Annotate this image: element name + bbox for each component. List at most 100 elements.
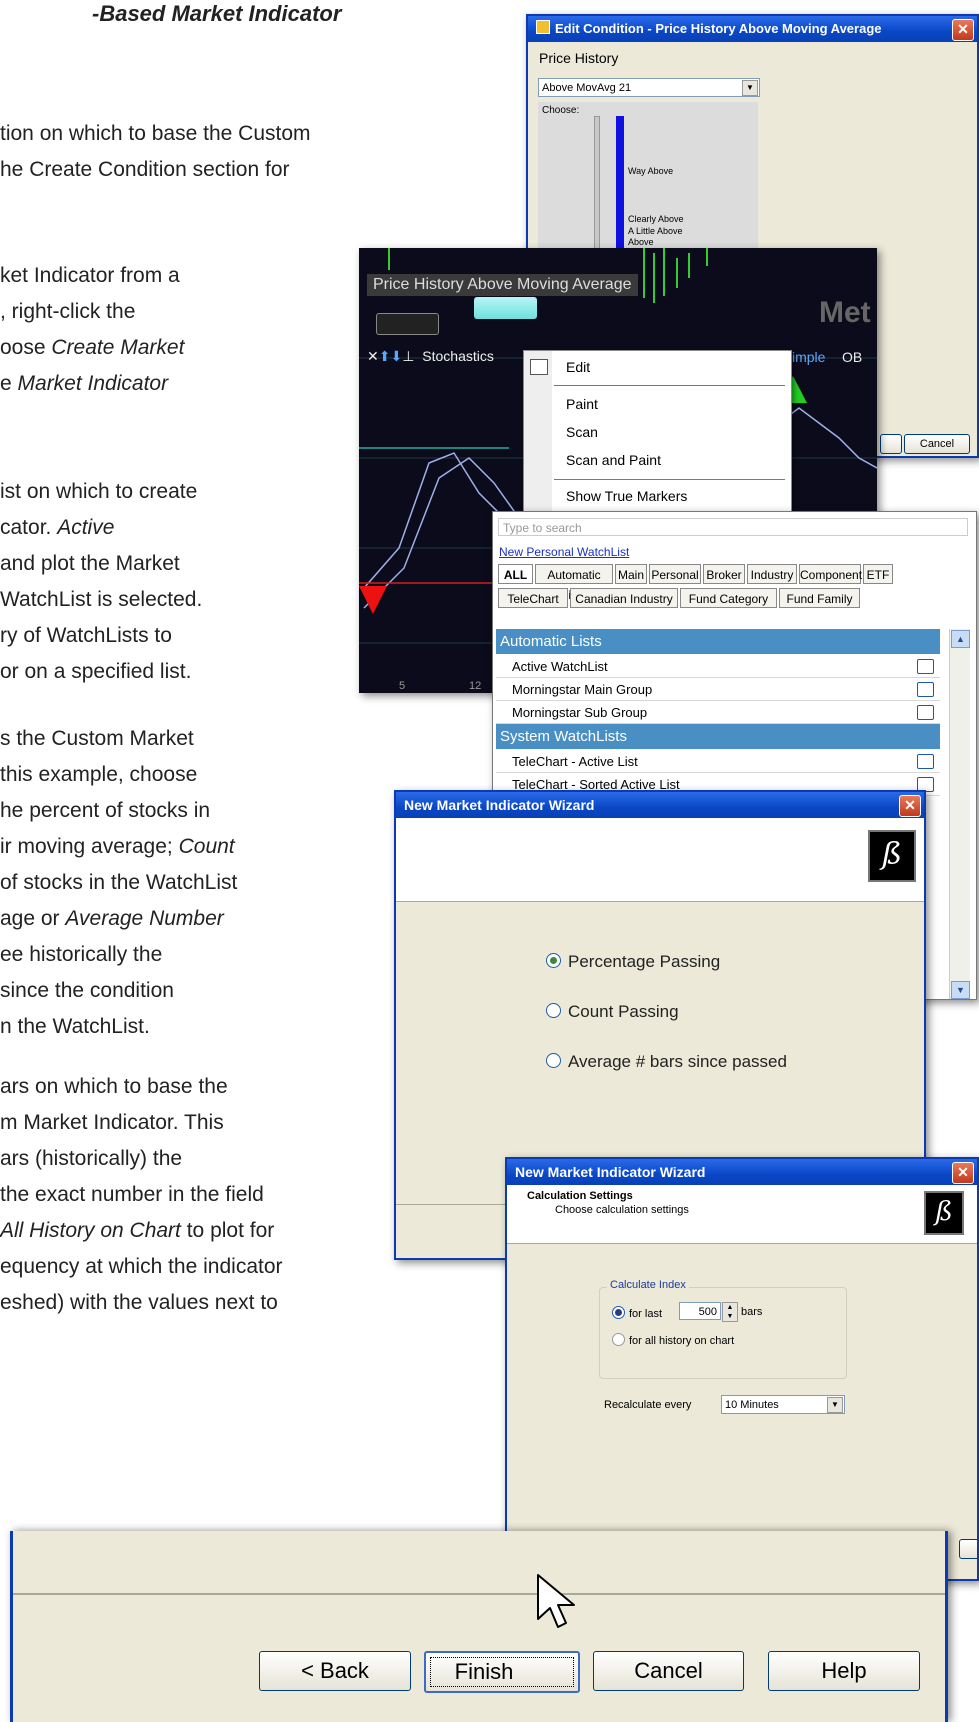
button-partial[interactable] <box>959 1539 977 1559</box>
list-item-label: Active WatchList <box>512 659 608 674</box>
tab-automatic-lists[interactable]: Automatic Lists <box>535 564 613 602</box>
chevron-down-icon[interactable]: ▼ <box>742 80 758 96</box>
paragraph-line: s the Custom Market <box>0 725 194 753</box>
chart-title: Price History Above Moving Average <box>367 274 638 296</box>
option-for-last[interactable]: for last <box>612 1306 662 1320</box>
radio-icon[interactable] <box>612 1333 625 1346</box>
close-icon[interactable]: ✕ <box>367 348 379 364</box>
radio-selected-icon[interactable] <box>546 953 561 969</box>
menu-item-paint[interactable]: Paint <box>566 396 598 412</box>
paragraph-line: ist on which to create <box>0 478 197 506</box>
scroll-up-icon[interactable]: ▲ <box>951 630 970 648</box>
help-button[interactable]: Help <box>768 1651 920 1691</box>
tab-etf[interactable]: ETF <box>863 564 893 584</box>
list-window-icon[interactable] <box>917 754 934 769</box>
list-item[interactable]: Morningstar Sub Group <box>496 701 940 724</box>
close-icon[interactable]: ✕ <box>952 1162 974 1184</box>
back-button[interactable]: < Back <box>259 1651 411 1691</box>
bars-stepper-icon[interactable]: ▲ ▼ <box>722 1302 738 1322</box>
paragraph-line: since the condition <box>0 977 174 1005</box>
chevron-down-icon[interactable]: ▼ <box>827 1397 843 1413</box>
section-heading: -Based Market Indicator <box>92 1 342 26</box>
menu-item-scan[interactable]: Scan <box>566 424 598 440</box>
pin-icon[interactable]: ⊥ <box>402 348 414 364</box>
option-count-passing[interactable]: Count Passing <box>546 1002 679 1022</box>
paragraph-line: ry of WatchLists to <box>0 622 172 650</box>
list-window-icon[interactable] <box>917 659 934 674</box>
text-run: Count <box>178 835 235 858</box>
menu-separator <box>554 385 785 386</box>
cancel-button[interactable]: Cancel <box>904 434 970 454</box>
radio-selected-icon[interactable] <box>612 1306 625 1319</box>
chart-button-dark[interactable] <box>376 313 439 335</box>
close-icon[interactable]: ✕ <box>952 19 974 41</box>
wizard-button-bar: < Back Finish Cancel Help <box>10 1531 948 1722</box>
finish-button[interactable]: Finish <box>424 1651 580 1693</box>
tab-broker[interactable]: Broker <box>703 564 745 584</box>
ob-label: OB <box>842 349 863 365</box>
paragraph-line: he Create Condition section for <box>0 158 290 181</box>
window-title: Edit Condition - Price History Above Mov… <box>555 21 882 36</box>
finish-label: Finish <box>454 1659 514 1684</box>
paragraph-line: ars (historically) the <box>0 1145 182 1173</box>
option-label: Percentage Passing <box>568 952 721 971</box>
tab-all[interactable]: ALL <box>498 564 533 584</box>
recalc-select[interactable]: 10 Minutes ▼ <box>721 1395 845 1414</box>
menu-item-edit[interactable]: Edit <box>566 359 590 375</box>
tab-main[interactable]: Main <box>615 564 647 584</box>
cancel-button[interactable]: Cancel <box>593 1651 744 1691</box>
wizard-title: New Market Indicator Wizard <box>507 1159 977 1185</box>
tab-fund-family[interactable]: Fund Family <box>779 588 860 608</box>
paragraph-line: ee historically the <box>0 941 162 969</box>
scroll-down-icon[interactable]: ▼ <box>951 981 970 999</box>
text-run: equency at which the indicator <box>0 1255 283 1278</box>
list-item-label: Morningstar Sub Group <box>512 705 648 720</box>
recalc-select-value: 10 Minutes <box>725 1399 779 1411</box>
menu-item-show-true-markers[interactable]: Show True Markers <box>566 488 687 504</box>
search-input[interactable]: Type to search <box>498 518 968 536</box>
list-window-icon[interactable] <box>917 682 934 697</box>
tab-component[interactable]: Component <box>799 564 862 584</box>
tab-canadian-industry[interactable]: Canadian Industry <box>570 588 678 608</box>
text-run: Market Indicator <box>17 372 169 395</box>
section-header[interactable]: System WatchLists <box>496 724 940 749</box>
close-icon[interactable]: ✕ <box>899 795 921 817</box>
section-label: Price History <box>539 50 619 66</box>
chart-button-cyan[interactable] <box>474 297 537 319</box>
list-item[interactable]: Active WatchList <box>496 655 940 678</box>
ok-button-partial[interactable] <box>880 434 902 454</box>
scrollbar[interactable]: ▲ ▼ <box>949 629 970 999</box>
app-logo-icon: ß <box>924 1191 964 1235</box>
condition-select[interactable]: Above MovAvg 21 ▼ <box>538 78 760 97</box>
list-item[interactable]: Morningstar Main Group <box>496 678 940 701</box>
option-all-history[interactable]: for all history on chart <box>612 1333 734 1347</box>
bars-label: bars <box>741 1306 763 1318</box>
text-run: ars (historically) the <box>0 1147 183 1170</box>
option-percentage-passing[interactable]: Percentage Passing <box>546 952 720 972</box>
tab-fund-category[interactable]: Fund Category <box>680 588 777 608</box>
bars-count-input[interactable]: 500 <box>679 1302 721 1320</box>
mouse-cursor-icon <box>537 1574 575 1628</box>
option-average-bars[interactable]: Average # bars since passed <box>546 1052 787 1072</box>
menu-item-scan-and-paint[interactable]: Scan and Paint <box>566 452 661 468</box>
app-icon <box>536 20 550 34</box>
new-watchlist-link[interactable]: New Personal WatchList <box>499 545 629 559</box>
text-run: WatchList is selected. <box>0 588 203 611</box>
paragraph-line: n the WatchList. <box>0 1013 150 1041</box>
tab-personal[interactable]: Personal <box>649 564 701 584</box>
window-title-bar: Edit Condition - Price History Above Mov… <box>528 16 977 42</box>
choose-label: Choose: <box>542 105 580 116</box>
radio-icon[interactable] <box>546 1053 561 1069</box>
tab-industry[interactable]: Industry <box>747 564 797 584</box>
tab-telechart[interactable]: TeleChart <box>498 588 568 608</box>
indicator-label: Stochastics <box>422 348 494 364</box>
radio-icon[interactable] <box>546 1003 561 1019</box>
list-item[interactable]: TeleChart - Active List <box>496 750 940 773</box>
section-header[interactable]: Automatic Lists <box>496 629 940 654</box>
paragraph-line: ir moving average; Count <box>0 833 235 861</box>
move-down-icon[interactable]: ⬇ <box>390 348 402 364</box>
paragraph-line: m Market Indicator. This <box>0 1109 224 1137</box>
list-window-icon[interactable] <box>917 705 934 720</box>
paragraph-line: WatchList is selected. <box>0 586 202 614</box>
move-up-icon[interactable]: ⬆ <box>379 348 391 364</box>
